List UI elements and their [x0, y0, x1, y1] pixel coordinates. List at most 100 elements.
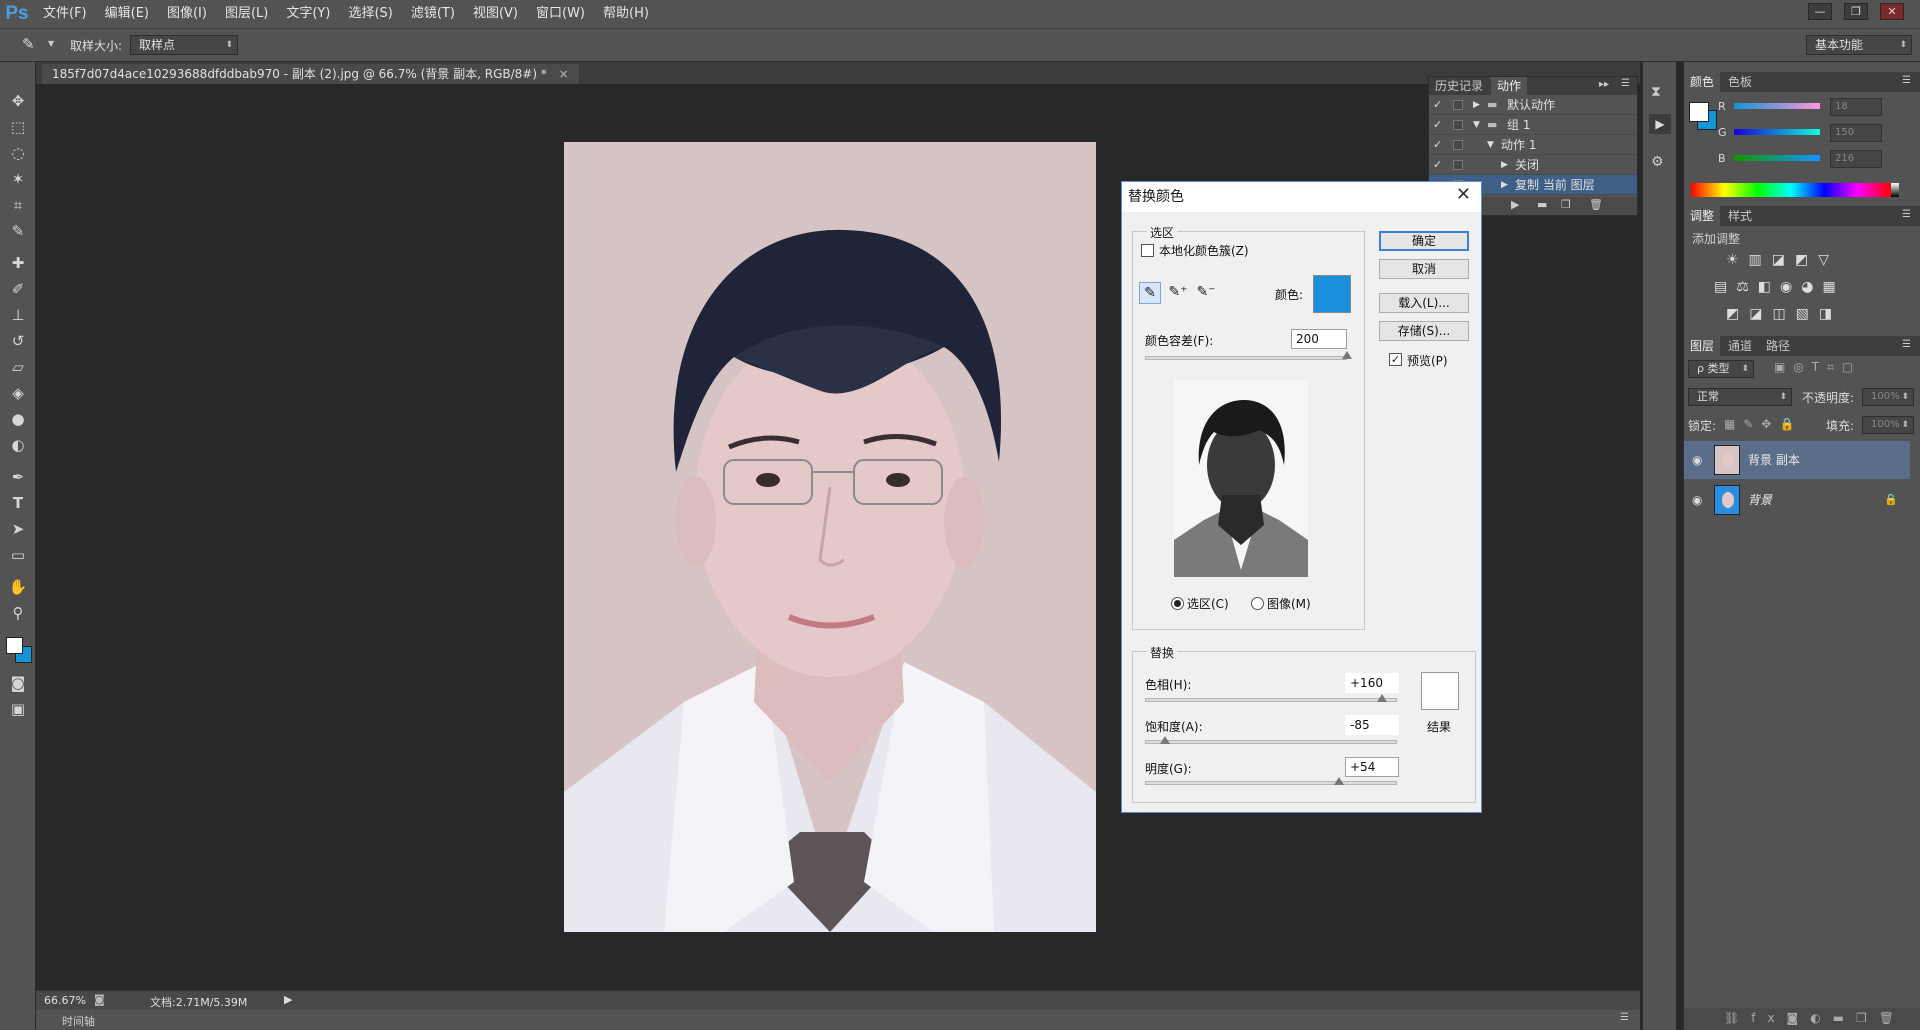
menu-item[interactable]: 编辑(E): [96, 0, 158, 28]
lightness-input[interactable]: +54: [1345, 757, 1399, 777]
radio-image[interactable]: [1251, 597, 1264, 610]
zoom-level[interactable]: 66.67%: [44, 994, 86, 1007]
adjustment-icons-row3[interactable]: ◩◪◫▧◨: [1726, 306, 1842, 322]
channel-slider[interactable]: [1734, 129, 1820, 135]
zoom-tool-icon[interactable]: ⚲: [7, 602, 29, 624]
clone-stamp-tool-icon[interactable]: ⊥: [7, 304, 29, 326]
expand-right-icon[interactable]: ▶: [1501, 155, 1508, 175]
properties-panel-icon[interactable]: ⚙: [1651, 154, 1664, 170]
eraser-tool-icon[interactable]: ▱: [7, 356, 29, 378]
layers-panel-menu-icon[interactable]: ☰: [1902, 339, 1911, 350]
toggle-check-icon[interactable]: ✓: [1433, 95, 1445, 115]
layer-filter-dropdown[interactable]: ρ 类型: [1688, 360, 1754, 378]
selection-color-swatch[interactable]: [1313, 275, 1351, 313]
localized-clusters-checkbox[interactable]: [1141, 244, 1154, 257]
saturation-slider-track[interactable]: [1145, 740, 1397, 744]
timeline-label[interactable]: 时间轴: [62, 1013, 95, 1029]
history-brush-tool-icon[interactable]: ↺: [7, 330, 29, 352]
blur-tool-icon[interactable]: ●: [7, 408, 29, 430]
cancel-button[interactable]: 取消: [1379, 259, 1469, 279]
tab-styles[interactable]: 样式: [1722, 206, 1758, 226]
action-row[interactable]: ✓ ▶ 关闭: [1429, 155, 1637, 175]
menu-item[interactable]: 图像(I): [158, 0, 216, 28]
healing-brush-tool-icon[interactable]: ✚: [7, 252, 29, 274]
dialog-toggle-box[interactable]: [1453, 160, 1463, 170]
screen-mode-icon[interactable]: ▣: [7, 698, 29, 720]
brush-tool-icon[interactable]: ✐: [7, 278, 29, 300]
panel-collapse-icon[interactable]: ▸▸: [1599, 79, 1609, 90]
tab-actions[interactable]: 动作: [1491, 77, 1528, 95]
layer-filter-icons[interactable]: ▣◎T⌗▢: [1774, 360, 1861, 375]
result-color-swatch[interactable]: [1421, 672, 1459, 710]
channel-slider[interactable]: [1734, 155, 1820, 161]
fuzziness-input[interactable]: 200: [1291, 329, 1347, 349]
fuzziness-slider-thumb[interactable]: [1342, 351, 1352, 359]
visibility-eye-icon[interactable]: ◉: [1692, 481, 1702, 519]
tool-preset-chevron-icon[interactable]: ▼: [48, 39, 54, 48]
pen-tool-icon[interactable]: ✒: [7, 466, 29, 488]
tab-channels[interactable]: 通道: [1722, 336, 1758, 356]
channel-value-input[interactable]: 216: [1830, 150, 1882, 168]
ok-button[interactable]: 确定: [1379, 231, 1469, 251]
actions-panel-icon[interactable]: ▶: [1649, 114, 1671, 134]
sample-size-dropdown[interactable]: 取样点: [130, 35, 238, 55]
color-spectrum-ramp[interactable]: [1691, 183, 1891, 197]
hand-tool-icon[interactable]: ✋: [7, 576, 29, 598]
dialog-toggle-box[interactable]: [1453, 120, 1463, 130]
layer-row[interactable]: ◉ 背景 副本: [1684, 441, 1910, 479]
marquee-tool-icon[interactable]: ⬚: [7, 116, 29, 138]
menu-item[interactable]: 选择(S): [339, 0, 401, 28]
eyedropper-icon[interactable]: ✎: [22, 35, 35, 53]
opacity-input[interactable]: 100%: [1862, 388, 1914, 406]
expand-down-icon[interactable]: ▼: [1473, 115, 1480, 135]
hue-slider-thumb[interactable]: [1376, 694, 1387, 702]
tab-layers[interactable]: 图层: [1684, 336, 1721, 356]
toggle-check-icon[interactable]: ✓: [1433, 155, 1445, 175]
channel-value-input[interactable]: 150: [1830, 124, 1882, 142]
document-image[interactable]: [564, 142, 1096, 932]
tab-paths[interactable]: 路径: [1760, 336, 1796, 356]
layers-footer-icons[interactable]: ⛓fx◙◐▬❐🗑: [1724, 1011, 1906, 1025]
blend-mode-dropdown[interactable]: 正常: [1688, 388, 1792, 406]
layer-row[interactable]: ◉ 背景 🔒: [1684, 481, 1910, 519]
action-row[interactable]: ✓ ▼ 动作 1: [1429, 135, 1637, 155]
saturation-slider-thumb[interactable]: [1160, 736, 1171, 744]
move-tool-icon[interactable]: ✥: [7, 90, 29, 112]
status-info-icon[interactable]: ◙: [94, 993, 105, 1006]
fg-color-chip[interactable]: [1689, 102, 1709, 122]
menu-item[interactable]: 滤镜(T): [402, 0, 464, 28]
expand-right-icon[interactable]: ▶: [1473, 95, 1480, 115]
tab-color[interactable]: 颜色: [1684, 72, 1721, 92]
menu-item[interactable]: 窗口(W): [527, 0, 594, 28]
dodge-tool-icon[interactable]: ◐: [7, 434, 29, 456]
document-tab[interactable]: 185f7d07d4ace10293688dfddbab970 - 副本 (2)…: [42, 64, 579, 84]
channel-slider[interactable]: [1734, 103, 1820, 109]
timeline-menu-icon[interactable]: ☰: [1620, 1012, 1629, 1023]
panel-menu-icon[interactable]: ☰: [1621, 78, 1630, 89]
magic-wand-tool-icon[interactable]: ✶: [7, 168, 29, 190]
menu-item[interactable]: 文字(Y): [277, 0, 339, 28]
type-tool-icon[interactable]: T: [7, 492, 29, 514]
preview-checkbox[interactable]: ✓: [1389, 353, 1402, 366]
tab-history[interactable]: 历史记录: [1429, 77, 1489, 95]
new-action-icon[interactable]: ❐: [1561, 198, 1571, 211]
minimize-button[interactable]: —: [1808, 3, 1832, 20]
eyedropper-minus-icon[interactable]: ✎⁻: [1195, 282, 1217, 304]
quick-mask-icon[interactable]: ◙: [7, 672, 29, 694]
history-panel-icon[interactable]: ⧗: [1651, 84, 1661, 100]
paint-bucket-tool-icon[interactable]: ◈: [7, 382, 29, 404]
action-row[interactable]: ✓ ▶ ▬ 默认动作: [1429, 95, 1637, 115]
save-button[interactable]: 存储(S)...: [1379, 321, 1469, 341]
lightness-slider-track[interactable]: [1145, 781, 1397, 785]
tab-adjustments[interactable]: 调整: [1684, 206, 1721, 226]
adjustment-icons-row2[interactable]: ▤⚖◧◉◕▦: [1714, 279, 1845, 295]
adjustments-panel-menu-icon[interactable]: ☰: [1902, 209, 1911, 220]
expand-right-icon[interactable]: ▶: [1501, 175, 1508, 195]
saturation-input[interactable]: -85: [1345, 715, 1399, 735]
menu-item[interactable]: 图层(L): [216, 0, 277, 28]
rectangle-tool-icon[interactable]: ▭: [7, 544, 29, 566]
toggle-check-icon[interactable]: ✓: [1433, 135, 1445, 155]
bw-ramp[interactable]: [1891, 183, 1899, 197]
color-panel-menu-icon[interactable]: ☰: [1902, 75, 1911, 86]
channel-value-input[interactable]: 18: [1830, 98, 1882, 116]
